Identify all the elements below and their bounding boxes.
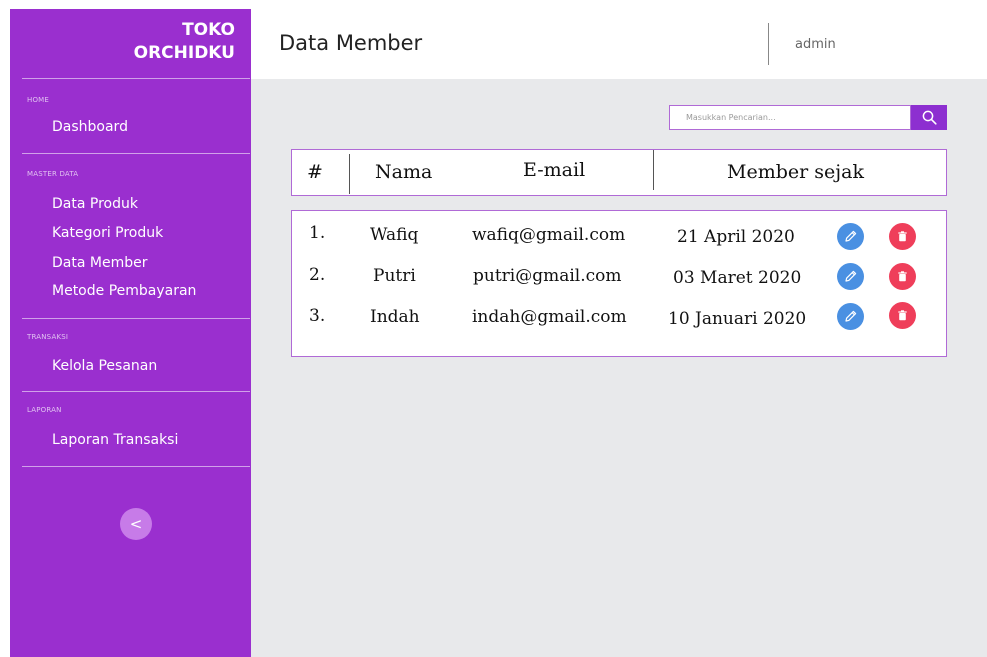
sidebar-item-dashboard[interactable]: Dashboard xyxy=(52,119,128,135)
row-member-since: 21 April 2020 xyxy=(677,227,795,247)
column-header-number: # xyxy=(307,161,323,183)
sidebar-item-kelola-pesanan[interactable]: Kelola Pesanan xyxy=(52,358,157,374)
column-header-email: E-mail xyxy=(523,159,586,181)
sidebar-divider xyxy=(22,391,250,392)
user-menu[interactable]: admin xyxy=(795,37,836,52)
row-email: putri@gmail.com xyxy=(473,266,622,286)
brand-line-2: ORCHIDKU xyxy=(133,43,235,63)
chevron-left-icon: < xyxy=(129,515,143,533)
row-number: 1. xyxy=(309,223,326,243)
section-title-master-data: MASTER DATA xyxy=(27,170,79,178)
main-content: # Nama E-mail Member sejak 1. Wafiq wafi… xyxy=(251,79,987,657)
sidebar-item-laporan-transaksi[interactable]: Laporan Transaksi xyxy=(52,432,178,448)
edit-button[interactable] xyxy=(837,223,864,250)
row-member-since: 10 Januari 2020 xyxy=(668,309,807,329)
edit-button[interactable] xyxy=(837,263,864,290)
brand-logo: TOKO ORCHIDKU xyxy=(10,19,235,65)
pencil-icon xyxy=(845,310,857,322)
sidebar-collapse-button[interactable]: < xyxy=(120,508,152,540)
row-email: indah@gmail.com xyxy=(472,307,627,327)
row-number: 2. xyxy=(309,265,326,285)
trash-icon xyxy=(898,271,907,282)
search-input[interactable] xyxy=(670,106,910,129)
section-title-home: HOME xyxy=(27,96,50,104)
section-title-transaksi: TRANSAKSI xyxy=(27,333,69,341)
row-name: Putri xyxy=(373,266,416,286)
top-header: Data Member admin xyxy=(251,9,987,79)
row-email: wafiq@gmail.com xyxy=(472,225,626,245)
delete-button[interactable] xyxy=(889,263,916,290)
pencil-icon xyxy=(845,270,857,282)
sidebar-divider xyxy=(22,466,250,467)
sidebar-divider xyxy=(22,318,250,319)
table-header: # Nama E-mail Member sejak xyxy=(291,149,947,196)
sidebar-divider xyxy=(22,153,250,154)
row-member-since: 03 Maret 2020 xyxy=(673,268,802,288)
search-button[interactable] xyxy=(911,105,947,130)
sidebar-item-metode-pembayaran[interactable]: Metode Pembayaran xyxy=(52,283,196,299)
sidebar-item-data-produk[interactable]: Data Produk xyxy=(52,196,138,212)
column-divider xyxy=(653,150,654,190)
delete-button[interactable] xyxy=(889,223,916,250)
trash-icon xyxy=(898,231,907,242)
header-divider xyxy=(768,23,769,65)
sidebar-divider xyxy=(22,78,250,79)
edit-button[interactable] xyxy=(837,303,864,330)
brand-line-1: TOKO xyxy=(182,20,235,40)
pencil-icon xyxy=(845,230,857,242)
search-box xyxy=(669,105,911,130)
sidebar: TOKO ORCHIDKU HOME Dashboard MASTER DATA… xyxy=(10,9,251,657)
row-name: Indah xyxy=(370,307,420,327)
row-name: Wafiq xyxy=(370,225,419,245)
column-header-member-sejak: Member sejak xyxy=(727,161,864,183)
column-divider xyxy=(349,154,350,194)
page-title: Data Member xyxy=(279,31,423,55)
search-icon xyxy=(922,110,937,125)
sidebar-item-kategori-produk[interactable]: Kategori Produk xyxy=(52,225,163,241)
sidebar-item-data-member[interactable]: Data Member xyxy=(52,255,147,271)
table-body: 1. Wafiq wafiq@gmail.com 21 April 2020 2… xyxy=(291,210,947,357)
section-title-laporan: LAPORAN xyxy=(27,406,62,414)
row-number: 3. xyxy=(309,306,326,326)
column-header-nama: Nama xyxy=(375,161,433,183)
delete-button[interactable] xyxy=(889,302,916,329)
trash-icon xyxy=(898,310,907,321)
